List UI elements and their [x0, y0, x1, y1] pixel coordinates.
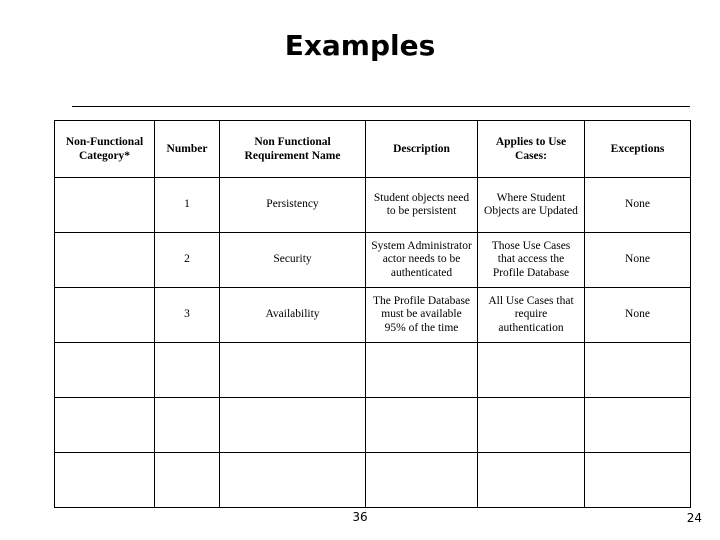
cell-name: Persistency — [219, 177, 366, 233]
page-title: Examples — [284, 29, 436, 62]
cell-name — [219, 397, 366, 453]
cell-description: System Administrator actor needs to be a… — [365, 232, 478, 288]
table-row: 2 Security System Administrator actor ne… — [54, 232, 691, 288]
cell-applies-to — [477, 342, 585, 398]
table-row — [54, 397, 691, 453]
cell-name: Security — [219, 232, 366, 288]
slide-number: 24 — [686, 511, 702, 525]
cell-name: Availability — [219, 287, 366, 343]
cell-name — [219, 342, 366, 398]
column-header-number: Number — [154, 120, 220, 178]
title-divider — [72, 106, 690, 107]
table-row — [54, 342, 691, 398]
cell-exceptions — [584, 397, 691, 453]
cell-exceptions — [584, 452, 691, 508]
cell-number — [154, 342, 220, 398]
footer-page-label: 36 — [352, 510, 368, 524]
cell-applies-to: Those Use Cases that access the Profile … — [477, 232, 585, 288]
column-header-exceptions: Exceptions — [584, 120, 691, 178]
cell-description: The Profile Database must be available 9… — [365, 287, 478, 343]
non-functional-requirements-table: Non-Functional Category* Number Non Func… — [54, 120, 691, 508]
cell-applies-to: All Use Cases that require authenticatio… — [477, 287, 585, 343]
cell-number — [154, 397, 220, 453]
slide-canvas: Examples Non-Functional Category* Number… — [0, 0, 720, 540]
cell-number: 3 — [154, 287, 220, 343]
cell-number: 2 — [154, 232, 220, 288]
table-header-row: Non-Functional Category* Number Non Func… — [54, 120, 691, 178]
cell-exceptions: None — [584, 232, 691, 288]
cell-name — [219, 452, 366, 508]
column-header-description: Description — [365, 120, 478, 178]
cell-description — [365, 452, 478, 508]
column-header-category: Non-Functional Category* — [54, 120, 155, 178]
cell-description: Student objects need to be persistent — [365, 177, 478, 233]
cell-number: 1 — [154, 177, 220, 233]
cell-applies-to: Where Student Objects are Updated — [477, 177, 585, 233]
cell-category — [54, 452, 155, 508]
table-row: 1 Persistency Student objects need to be… — [54, 177, 691, 233]
cell-category — [54, 342, 155, 398]
cell-category — [54, 232, 155, 288]
cell-description — [365, 342, 478, 398]
cell-exceptions: None — [584, 287, 691, 343]
cell-category — [54, 287, 155, 343]
cell-applies-to — [477, 397, 585, 453]
cell-exceptions — [584, 342, 691, 398]
cell-category — [54, 397, 155, 453]
column-header-applies-to: Applies to Use Cases: — [477, 120, 585, 178]
cell-number — [154, 452, 220, 508]
cell-exceptions: None — [584, 177, 691, 233]
cell-category — [54, 177, 155, 233]
cell-applies-to — [477, 452, 585, 508]
table-row — [54, 452, 691, 508]
cell-description — [365, 397, 478, 453]
table-row: 3 Availability The Profile Database must… — [54, 287, 691, 343]
column-header-name: Non Functional Requirement Name — [219, 120, 366, 178]
non-functional-requirements-table-container: Non-Functional Category* Number Non Func… — [54, 120, 691, 508]
